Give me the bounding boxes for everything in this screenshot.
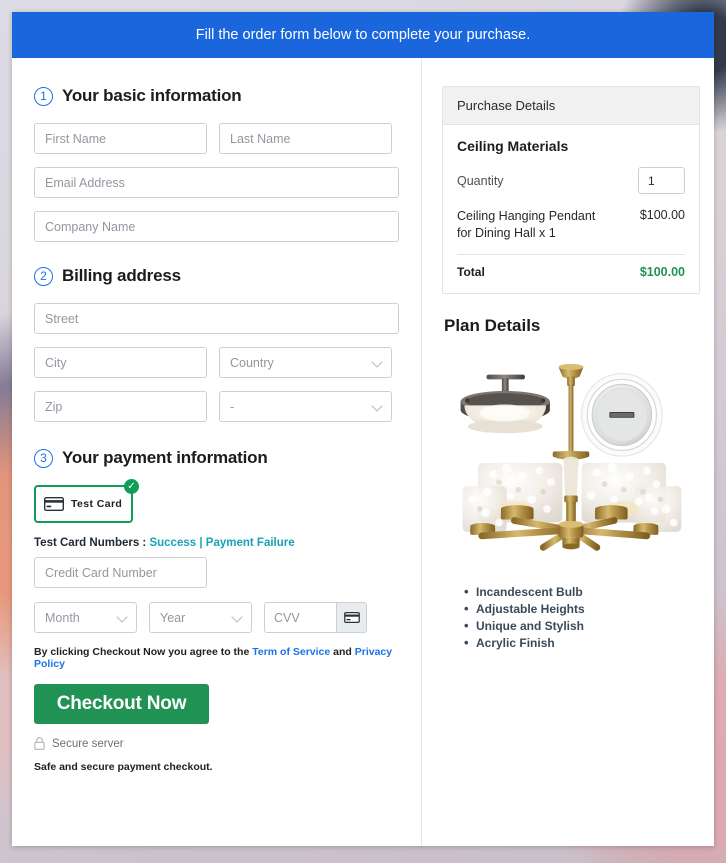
company-name-input[interactable]: Company Name bbox=[34, 211, 399, 242]
expiry-year-value: Year bbox=[160, 610, 186, 625]
purchase-details-panel: Purchase Details Ceiling Materials Quant… bbox=[442, 86, 700, 294]
card-body: 1 Your basic information First Name Last… bbox=[12, 58, 714, 846]
terms-and: and bbox=[333, 646, 352, 658]
country-select-value: Country bbox=[230, 355, 274, 370]
city-country-row: City Country bbox=[34, 347, 399, 378]
ceiling-light-fixture bbox=[460, 374, 550, 433]
quantity-input[interactable]: 1 bbox=[638, 167, 685, 194]
banner: Fill the order form below to complete yo… bbox=[12, 12, 714, 58]
last-name-input[interactable]: Last Name bbox=[219, 123, 392, 154]
test-card-numbers-row: Test Card Numbers : Success | Payment Fa… bbox=[34, 537, 399, 549]
checkout-now-button[interactable]: Checkout Now bbox=[34, 684, 209, 724]
list-item: Adjustable Heights bbox=[464, 600, 700, 618]
street-input[interactable]: Street bbox=[34, 303, 399, 334]
feature-list: Incandescent Bulb Adjustable Heights Uni… bbox=[464, 583, 700, 653]
section-header-payment-information: 3 Your payment information bbox=[34, 448, 399, 468]
banner-text: Fill the order form below to complete yo… bbox=[195, 27, 531, 43]
state-select-value: - bbox=[230, 399, 235, 414]
credit-card-icon bbox=[44, 497, 64, 511]
line-item-row: Ceiling Hanging Pendant for Dining Hall … bbox=[457, 208, 685, 242]
success-card-link[interactable]: Success bbox=[149, 537, 196, 549]
terms-prefix: By clicking Checkout Now you agree to th… bbox=[34, 646, 250, 658]
total-label: Total bbox=[457, 264, 485, 279]
check-circle-icon: ✓ bbox=[124, 479, 139, 494]
email-row: Email Address bbox=[34, 167, 399, 198]
quantity-row: Quantity 1 bbox=[457, 167, 685, 194]
total-row: Total $100.00 bbox=[457, 265, 685, 279]
email-input[interactable]: Email Address bbox=[34, 167, 399, 198]
list-item: Acrylic Finish bbox=[464, 634, 700, 652]
link-separator: | bbox=[199, 537, 203, 549]
chevron-down-icon bbox=[116, 610, 128, 623]
order-form-column: 1 Your basic information First Name Last… bbox=[12, 58, 422, 846]
divider bbox=[457, 253, 685, 255]
product-group-title: Ceiling Materials bbox=[457, 138, 569, 154]
summary-column: Purchase Details Ceiling Materials Quant… bbox=[422, 58, 714, 846]
expiry-cvv-row: Month Year CVV bbox=[34, 602, 399, 633]
expiry-month-select[interactable]: Month bbox=[34, 602, 137, 633]
step-number-3: 3 bbox=[34, 448, 53, 468]
product-image bbox=[460, 363, 682, 551]
section-title-payment-information: Your payment information bbox=[62, 448, 268, 467]
test-card-numbers-label: Test Card Numbers : bbox=[34, 537, 147, 549]
term-of-service-link[interactable]: Term of Service bbox=[252, 646, 330, 658]
total-value: $100.00 bbox=[639, 264, 685, 279]
list-item: Unique and Stylish bbox=[464, 617, 700, 635]
safe-checkout-note: Safe and secure payment checkout. bbox=[34, 761, 213, 773]
line-item-price: $100.00 bbox=[639, 208, 685, 222]
company-row: Company Name bbox=[34, 211, 399, 242]
ceiling-speaker-fixture bbox=[581, 372, 663, 457]
chevron-down-icon bbox=[371, 355, 383, 368]
zip-input[interactable]: Zip bbox=[34, 391, 207, 422]
name-row: First Name Last Name bbox=[34, 123, 399, 154]
section-title-billing-address: Billing address bbox=[62, 266, 181, 285]
secure-server-note: Secure server bbox=[34, 737, 399, 750]
first-name-input[interactable]: First Name bbox=[34, 123, 207, 154]
state-select[interactable]: - bbox=[219, 391, 392, 422]
purchase-details-header: Purchase Details bbox=[443, 87, 699, 125]
test-card-label: Test Card bbox=[71, 498, 123, 510]
chevron-down-icon bbox=[231, 610, 243, 623]
cvv-input[interactable]: CVV bbox=[265, 603, 336, 632]
list-item: Incandescent Bulb bbox=[464, 583, 700, 601]
lock-icon bbox=[34, 737, 45, 750]
section-header-basic-information: 1 Your basic information bbox=[34, 86, 399, 106]
chevron-down-icon bbox=[371, 399, 383, 412]
plan-details-title: Plan Details bbox=[444, 315, 541, 335]
zip-state-row: Zip - bbox=[34, 391, 399, 422]
city-input[interactable]: City bbox=[34, 347, 207, 378]
secure-server-label: Secure server bbox=[52, 737, 124, 750]
country-select[interactable]: Country bbox=[219, 347, 392, 378]
test-card-option[interactable]: Test Card ✓ bbox=[34, 479, 139, 523]
step-number-2: 2 bbox=[34, 266, 53, 286]
section-header-billing-address: 2 Billing address bbox=[34, 266, 399, 286]
expiry-month-value: Month bbox=[45, 610, 80, 625]
step-number-1: 1 bbox=[34, 86, 53, 106]
credit-card-icon bbox=[343, 612, 360, 623]
expiry-year-select[interactable]: Year bbox=[149, 602, 252, 633]
credit-card-number-input[interactable]: Credit Card Number bbox=[34, 557, 207, 588]
purchase-details-body: Ceiling Materials Quantity 1 Ceiling Han… bbox=[443, 125, 699, 293]
street-row: Street bbox=[34, 303, 399, 334]
checkout-card: Fill the order form below to complete yo… bbox=[12, 12, 714, 846]
terms-text: By clicking Checkout Now you agree to th… bbox=[34, 646, 399, 670]
cvv-help-button[interactable] bbox=[336, 603, 366, 632]
quantity-label: Quantity bbox=[457, 173, 504, 188]
cvv-field-group: CVV bbox=[264, 602, 367, 633]
payment-failure-card-link[interactable]: Payment Failure bbox=[206, 537, 295, 549]
line-item-name: Ceiling Hanging Pendant for Dining Hall … bbox=[457, 209, 596, 240]
section-title-basic-information: Your basic information bbox=[62, 86, 242, 105]
